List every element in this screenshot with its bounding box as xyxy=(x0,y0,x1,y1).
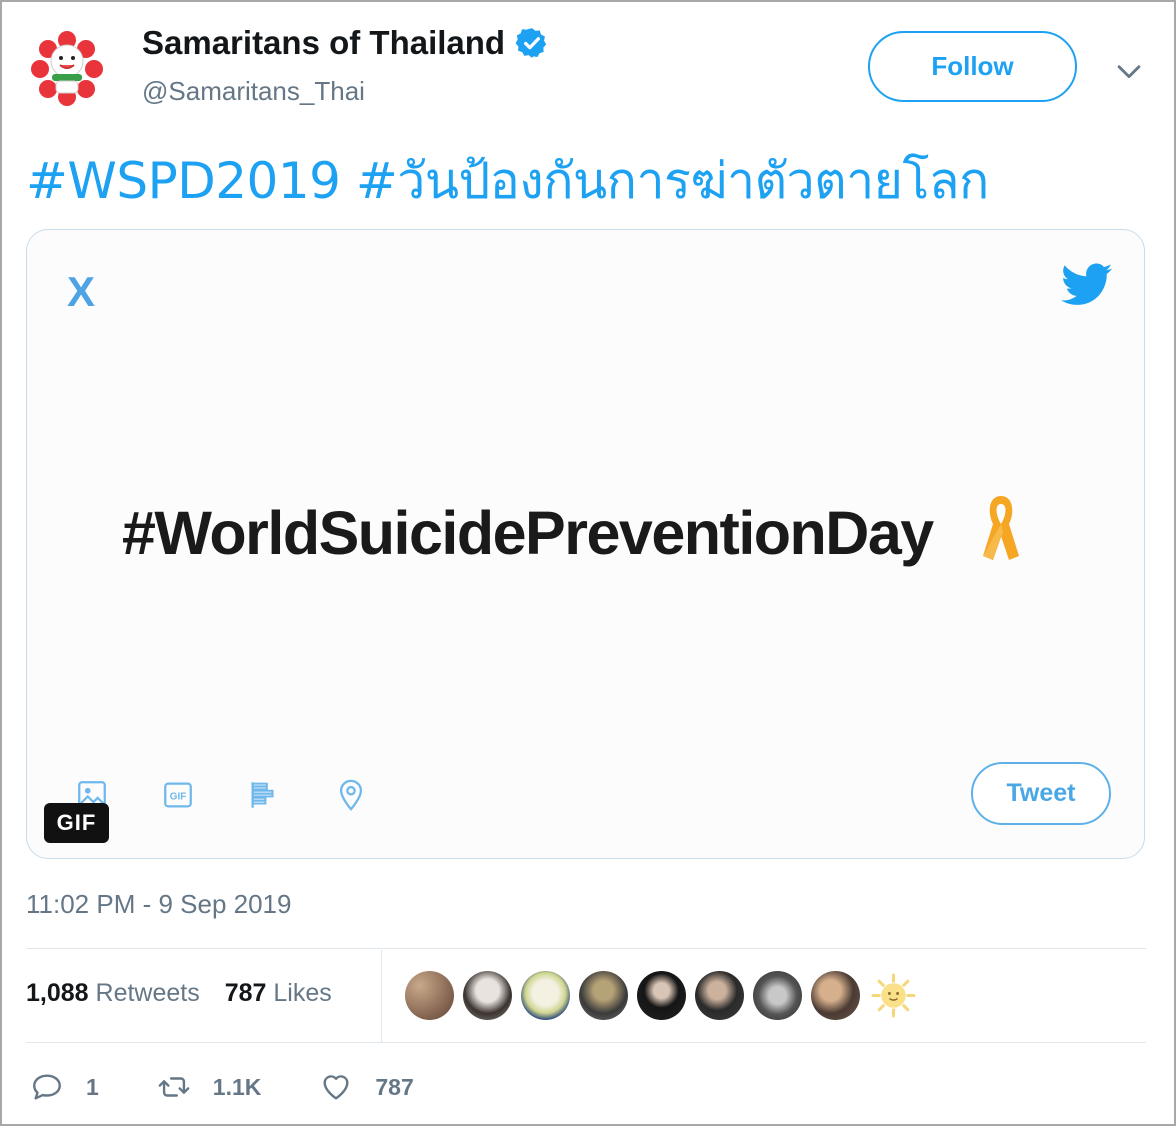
likes-count: 787 xyxy=(224,979,267,1007)
reply-action[interactable]: 1 xyxy=(30,1070,99,1104)
tweet-frame: Samaritans of Thailand @Samaritans_Thai … xyxy=(0,0,1176,1126)
liker-avatar[interactable] xyxy=(811,971,860,1020)
retweet-icon xyxy=(158,1077,190,1097)
retweets-count: 1,088 xyxy=(26,979,89,1007)
retweet-action[interactable]: 1.1K xyxy=(157,1070,262,1104)
media-headline: #WorldSuicidePreventionDay xyxy=(122,499,934,567)
gif-icon[interactable]: GIF xyxy=(161,778,195,812)
retweets-stat[interactable]: 1,088 Retweets xyxy=(26,979,200,1008)
heart-icon xyxy=(323,1075,349,1100)
divider xyxy=(26,1042,1146,1043)
author-display-name[interactable]: Samaritans of Thailand xyxy=(142,24,549,62)
liker-avatar[interactable] xyxy=(695,971,744,1020)
tweet-text: #WSPD2019 #วันป้องกันการฆ่าตัวตายโลก xyxy=(26,142,989,221)
retweets-label: Retweets xyxy=(95,979,200,1007)
liker-avatar[interactable] xyxy=(637,971,686,1020)
author-avatar[interactable] xyxy=(26,27,108,109)
liker-avatar[interactable] xyxy=(463,971,512,1020)
hashtag-link[interactable]: #วันป้องกันการฆ่าตัวตายโลก xyxy=(356,152,989,210)
gif-badge: GIF xyxy=(44,803,109,843)
verified-badge-icon xyxy=(515,28,547,58)
likers-avatars xyxy=(405,971,918,1020)
like-action[interactable]: 787 xyxy=(319,1070,414,1104)
reply-count: 1 xyxy=(86,1073,99,1100)
media-tweet-button: Tweet xyxy=(971,762,1111,825)
liker-avatar[interactable] xyxy=(753,971,802,1020)
chevron-down-icon[interactable] xyxy=(1112,54,1146,88)
display-name-text[interactable]: Samaritans of Thailand xyxy=(142,24,505,62)
follow-button[interactable]: Follow xyxy=(868,31,1077,102)
liker-avatar[interactable] xyxy=(521,971,570,1020)
media-gif-card[interactable]: X #WorldSuicidePreventionDay GIF Tweet G… xyxy=(26,229,1145,859)
poll-icon[interactable] xyxy=(247,778,281,812)
author-handle[interactable]: @Samaritans_Thai xyxy=(142,76,365,107)
likes-stat[interactable]: 787 Likes xyxy=(225,979,332,1008)
tweet-actions: 1 1.1K 787 xyxy=(30,1070,472,1104)
liker-avatar[interactable] xyxy=(405,971,454,1020)
divider xyxy=(26,948,1146,949)
liker-avatar[interactable] xyxy=(579,971,628,1020)
svg-text:GIF: GIF xyxy=(170,791,187,802)
location-icon[interactable] xyxy=(334,778,368,812)
retweet-count: 1.1K xyxy=(212,1073,262,1100)
tweet-timestamp[interactable]: 11:02 PM - 9 Sep 2019 xyxy=(26,889,291,920)
sun-emoji-icon[interactable] xyxy=(869,971,918,1020)
awareness-ribbon-icon xyxy=(983,496,1019,560)
hashtag-link[interactable]: #WSPD2019 xyxy=(26,152,341,210)
like-count: 787 xyxy=(375,1073,414,1100)
reply-icon xyxy=(33,1074,61,1100)
likes-label: Likes xyxy=(273,979,332,1007)
tweet-stats: 1,088 Retweets 787 Likes xyxy=(26,979,350,1008)
twitter-bird-icon xyxy=(1061,263,1113,305)
vertical-divider xyxy=(381,950,382,1042)
close-icon: X xyxy=(67,268,96,315)
